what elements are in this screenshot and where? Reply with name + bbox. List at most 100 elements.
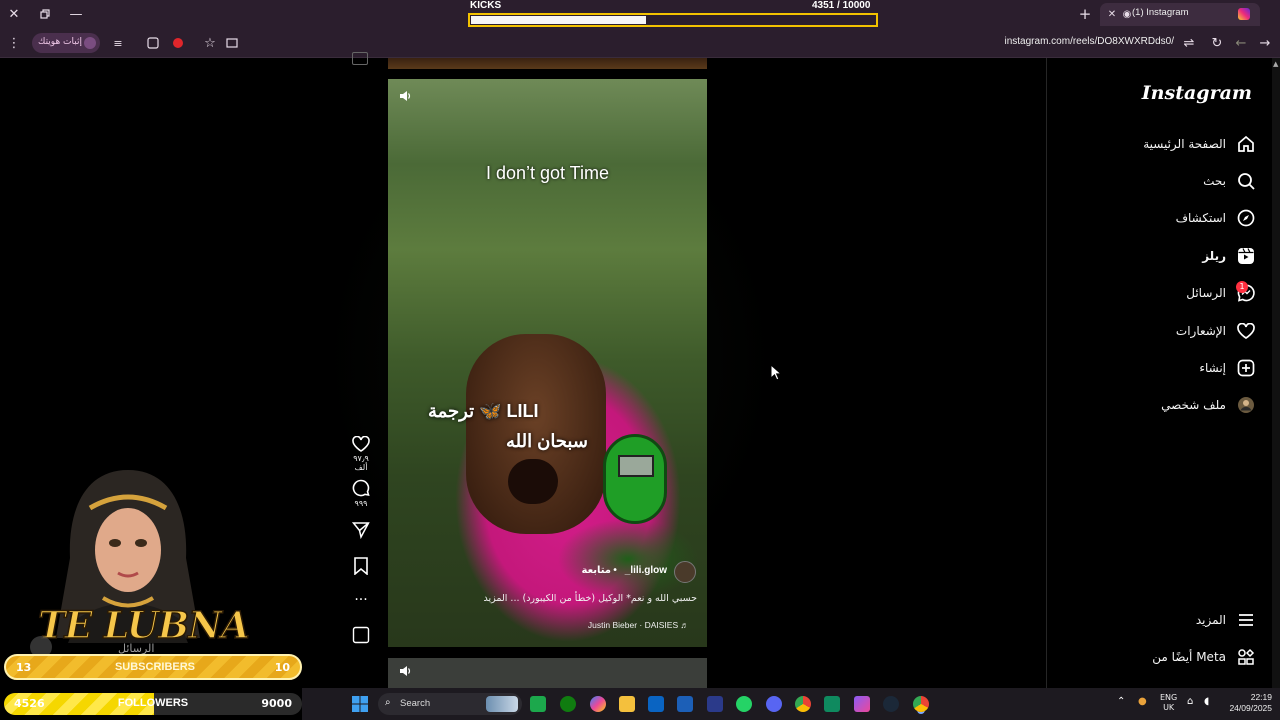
nav-also-from-meta[interactable]: أيضًا من Meta bbox=[1152, 642, 1256, 672]
clock-time: 22:19 bbox=[1250, 692, 1272, 702]
nav-search[interactable]: بحث bbox=[1203, 166, 1256, 196]
menu-dots-icon[interactable]: ⋮ bbox=[4, 33, 24, 53]
more-options-button[interactable]: ··· bbox=[348, 592, 374, 608]
taskbar-search-box[interactable]: ⌕ Search bbox=[378, 693, 522, 715]
share-button[interactable] bbox=[348, 521, 374, 539]
subscribers-label: SUBSCRIBERS bbox=[114, 661, 196, 673]
extensions-icon[interactable] bbox=[143, 33, 163, 53]
nav-reels[interactable]: ريلز bbox=[1202, 241, 1256, 271]
chrome-active-app-icon[interactable] bbox=[913, 696, 929, 712]
audio-page-button[interactable] bbox=[348, 626, 374, 644]
reel-author-username[interactable]: _lili.glow bbox=[625, 565, 667, 576]
record-extension-icon[interactable] bbox=[168, 33, 188, 53]
spotify-app-icon[interactable] bbox=[530, 696, 546, 712]
instagram-logo[interactable]: Instagram bbox=[1142, 82, 1252, 104]
nav-explore[interactable]: استكشاف bbox=[1176, 203, 1256, 233]
steam-app-icon[interactable] bbox=[883, 696, 899, 712]
nav-messages[interactable]: الرسائل 1 bbox=[1186, 278, 1256, 308]
tab-instagram[interactable]: ✕ ◉ (1) Instagram bbox=[1100, 3, 1260, 26]
nav-more[interactable]: المزيد bbox=[1196, 605, 1256, 635]
reload-icon[interactable]: ↻ bbox=[1207, 33, 1227, 53]
kicks-progress-fill bbox=[471, 16, 646, 24]
reel-author-avatar[interactable] bbox=[674, 561, 696, 583]
install-app-icon[interactable] bbox=[222, 33, 242, 53]
page-scrollbar[interactable]: ▲ bbox=[1272, 58, 1280, 688]
streaming-app-icon[interactable] bbox=[824, 696, 840, 712]
reel-description[interactable]: حسبي الله و نعم* الوكيل (خطأ من الكيبورد… bbox=[484, 593, 698, 604]
nav-create[interactable]: إنشاء bbox=[1199, 353, 1256, 383]
scroll-up-partial-icon bbox=[352, 52, 368, 65]
sound-on-icon[interactable] bbox=[398, 89, 412, 103]
keyboard-layout: UK bbox=[1163, 703, 1175, 712]
whatsapp-app-icon[interactable] bbox=[736, 696, 752, 712]
restore-window-icon[interactable] bbox=[35, 4, 55, 24]
translation-caption-line1: ترجمة 🦋 LILI bbox=[428, 401, 539, 421]
reel-video[interactable]: I don’t got Time ترجمة 🦋 LILI سبحان الله… bbox=[388, 79, 707, 647]
nav-home-label: الصفحة الرئيسية bbox=[1143, 137, 1226, 151]
hamburger-menu-icon bbox=[1236, 610, 1256, 630]
back-icon[interactable]: → bbox=[1255, 33, 1275, 53]
nav-search-label: بحث bbox=[1203, 174, 1226, 188]
media-control-icon[interactable]: ≡ bbox=[108, 33, 128, 53]
comment-button[interactable]: ٩٩٩ bbox=[348, 479, 374, 508]
media-app-icon[interactable] bbox=[854, 696, 870, 712]
taskbar-clock[interactable]: 22:19 24/09/2025 bbox=[1229, 692, 1272, 714]
discord-app-icon[interactable] bbox=[766, 696, 782, 712]
nav-notifications-label: الإشعارات bbox=[1175, 324, 1226, 338]
reel-music-label[interactable]: Justin Bieber · DAISIES ♬ bbox=[588, 620, 689, 630]
next-reel-preview[interactable] bbox=[388, 658, 707, 688]
chrome-app-icon[interactable] bbox=[795, 696, 811, 712]
new-tab-icon[interactable]: + bbox=[1075, 4, 1095, 24]
plus-square-icon bbox=[1236, 358, 1256, 378]
xbox-app-icon[interactable] bbox=[560, 696, 576, 712]
like-button[interactable]: ٩٧٫٩ ألف bbox=[348, 436, 374, 472]
microphone-tray-icon[interactable]: ● bbox=[1138, 696, 1147, 707]
tally-counter-screen bbox=[618, 455, 654, 477]
store-app-icon[interactable] bbox=[677, 696, 693, 712]
translation-caption-line2: سبحان الله bbox=[506, 431, 588, 451]
subscribers-goal: 10 bbox=[274, 661, 290, 674]
nav-more-label: المزيد bbox=[1195, 613, 1226, 627]
nav-create-label: إنشاء bbox=[1199, 361, 1226, 375]
nav-explore-label: استكشاف bbox=[1175, 211, 1226, 225]
previous-reel-preview[interactable] bbox=[388, 58, 707, 69]
verify-identity-button[interactable]: إثبات هويتك bbox=[32, 33, 100, 53]
outlook-app-icon[interactable] bbox=[648, 696, 664, 712]
nav-home[interactable]: الصفحة الرئيسية bbox=[1143, 129, 1256, 159]
reel-top-caption: I don’t got Time bbox=[485, 163, 610, 183]
followers-goal: 9000 bbox=[261, 697, 292, 710]
save-button[interactable] bbox=[348, 557, 374, 575]
messenger-icon: 1 bbox=[1236, 281, 1256, 303]
nav-profile[interactable]: ملف شخصي bbox=[1161, 390, 1256, 420]
scroll-up-arrow-icon[interactable]: ▲ bbox=[1273, 60, 1278, 68]
heart-icon bbox=[352, 436, 370, 452]
more-dots-icon: ··· bbox=[354, 592, 368, 608]
bookmark-icon bbox=[354, 557, 368, 575]
followers-label: FOLLOWERS bbox=[117, 697, 189, 709]
tray-overflow-icon[interactable]: ⌃ bbox=[1117, 696, 1125, 707]
nav-notifications[interactable]: الإشعارات bbox=[1176, 316, 1256, 346]
instagram-sidebar: Instagram الصفحة الرئيسية بحث استكشاف ري… bbox=[1046, 58, 1272, 688]
bookmark-star-icon[interactable]: ☆ bbox=[200, 33, 220, 53]
volume-icon[interactable]: ◖ bbox=[1204, 696, 1209, 707]
copilot-app-icon[interactable] bbox=[590, 696, 606, 712]
forward-icon[interactable]: ← bbox=[1231, 33, 1251, 53]
browser-title-bar: ✕ — KICKS 4351 / 10000 + ✕ ◉ (1) Instagr… bbox=[0, 0, 1280, 28]
close-window-icon[interactable]: ✕ bbox=[4, 4, 24, 24]
heart-icon bbox=[1236, 321, 1256, 341]
network-icon[interactable]: ⌂ bbox=[1187, 696, 1193, 707]
windows-start-icon[interactable] bbox=[352, 696, 368, 712]
follow-button[interactable]: متابعة bbox=[582, 565, 612, 576]
messages-badge: 1 bbox=[1236, 281, 1248, 293]
taskbar-search-icon: ⌕ bbox=[385, 697, 391, 708]
address-bar-url[interactable]: instagram.com/reels/DO8XWXRDds0/ bbox=[1005, 36, 1175, 47]
site-settings-icon[interactable]: ⇌ bbox=[1179, 33, 1199, 53]
language-indicator[interactable]: ENG UK bbox=[1160, 693, 1177, 713]
minimize-window-icon[interactable]: — bbox=[66, 4, 86, 24]
next-reel-sound-icon[interactable] bbox=[398, 664, 412, 678]
search-highlight-icon bbox=[486, 696, 518, 712]
editor-app-icon[interactable] bbox=[707, 696, 723, 712]
author-separator: • bbox=[612, 565, 618, 576]
file-explorer-icon[interactable] bbox=[619, 696, 635, 712]
nav-profile-label: ملف شخصي bbox=[1161, 398, 1226, 412]
